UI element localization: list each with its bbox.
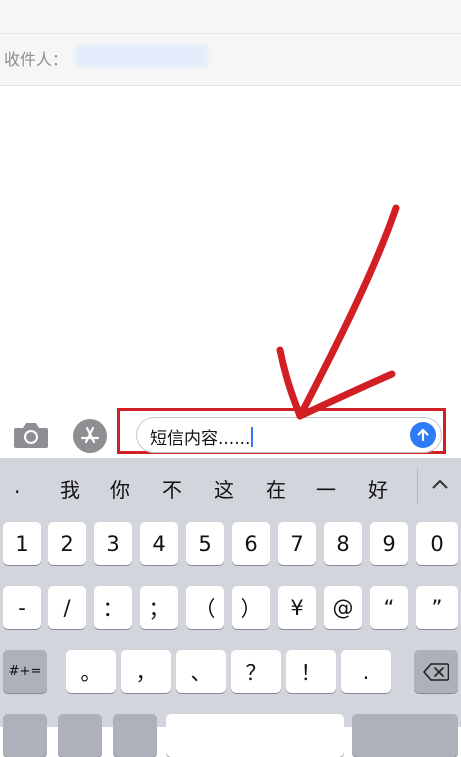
candidate-item[interactable]: 在 bbox=[266, 474, 286, 503]
key[interactable]: 9 bbox=[370, 522, 408, 565]
key[interactable]: ： bbox=[94, 586, 132, 629]
candidate-item[interactable]: 好 bbox=[368, 474, 388, 503]
key[interactable]: ！ bbox=[286, 650, 336, 693]
symbols-toggle-key[interactable]: #+= bbox=[3, 650, 47, 693]
key[interactable]: 8 bbox=[324, 522, 362, 565]
key[interactable] bbox=[3, 714, 47, 757]
key[interactable]: ¥ bbox=[278, 586, 316, 629]
candidate-item[interactable]: 不 bbox=[162, 474, 182, 503]
key[interactable]: “ bbox=[370, 586, 408, 629]
key[interactable]: . bbox=[341, 650, 391, 693]
key[interactable]: - bbox=[3, 586, 41, 629]
candidate-bar: . 我 你 不 这 在 一 好 bbox=[0, 458, 461, 514]
candidate-item[interactable]: 一 bbox=[316, 474, 336, 503]
key[interactable]: 、 bbox=[176, 650, 226, 693]
key[interactable] bbox=[113, 714, 157, 757]
return-key[interactable] bbox=[352, 714, 458, 757]
key[interactable]: ； bbox=[140, 586, 178, 629]
key[interactable]: 4 bbox=[140, 522, 178, 565]
space-key[interactable] bbox=[166, 714, 344, 757]
key[interactable]: ” bbox=[416, 586, 458, 629]
key[interactable]: 5 bbox=[186, 522, 224, 565]
divider bbox=[417, 468, 418, 504]
key[interactable]: 2 bbox=[48, 522, 86, 565]
key[interactable]: 1 bbox=[3, 522, 41, 565]
key[interactable]: ？ bbox=[231, 650, 281, 693]
key[interactable]: @ bbox=[324, 586, 362, 629]
key[interactable]: 7 bbox=[278, 522, 316, 565]
key[interactable]: 。 bbox=[66, 650, 116, 693]
key[interactable]: 6 bbox=[232, 522, 270, 565]
key[interactable]: 3 bbox=[94, 522, 132, 565]
backspace-icon bbox=[423, 662, 449, 681]
key[interactable]: ， bbox=[121, 650, 171, 693]
candidate-item[interactable]: . bbox=[14, 474, 20, 498]
key[interactable] bbox=[58, 714, 102, 757]
candidate-item[interactable]: 我 bbox=[60, 474, 80, 503]
backspace-key[interactable] bbox=[414, 650, 458, 693]
candidate-item[interactable]: 你 bbox=[110, 474, 130, 503]
key[interactable]: 0 bbox=[416, 522, 458, 565]
chevron-up-icon[interactable] bbox=[430, 475, 450, 496]
key[interactable]: / bbox=[48, 586, 86, 629]
keyboard: . 我 你 不 这 在 一 好 1 2 3 4 5 6 7 8 9 0 - / … bbox=[0, 458, 461, 757]
key[interactable]: （ bbox=[186, 586, 224, 629]
key[interactable]: ） bbox=[232, 586, 270, 629]
candidate-item[interactable]: 这 bbox=[214, 474, 234, 503]
